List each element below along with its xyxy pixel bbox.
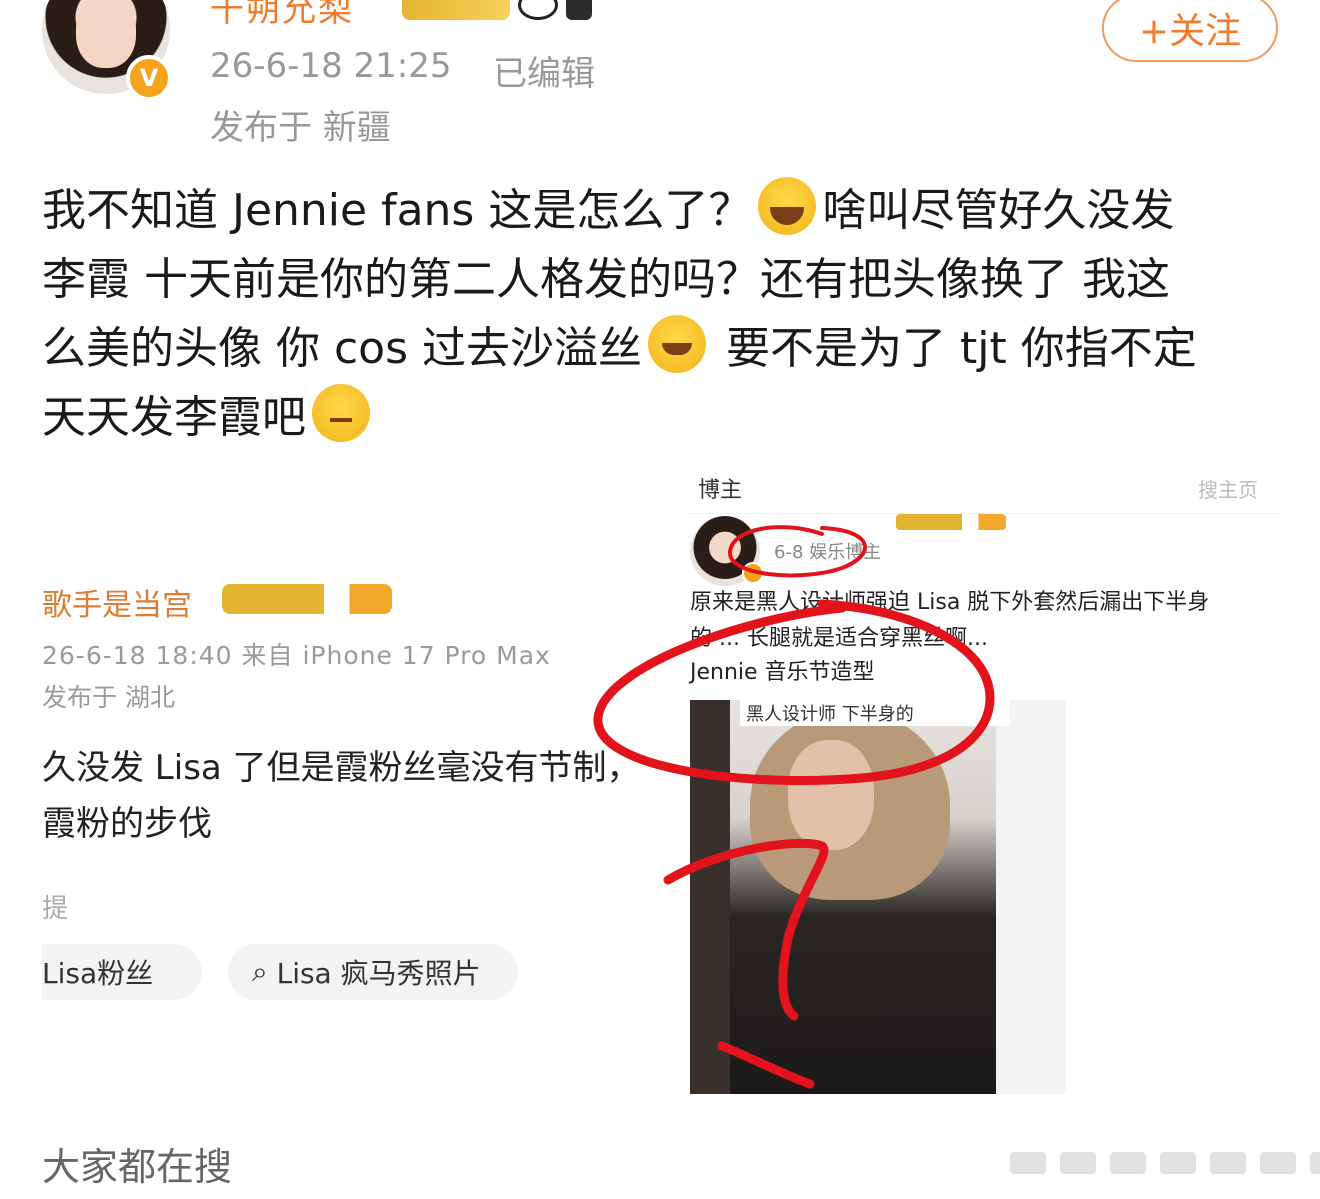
post-text-segment: 我不知道 Jennie fans 这是怎么了？ xyxy=(42,185,753,236)
embedded-top-bar: 博主 搜主页 xyxy=(690,468,1278,514)
avatar-face xyxy=(76,0,136,68)
post-line-1: 我不知道 Jennie fans 这是怎么了？ 啥叫尽管好久没发 xyxy=(42,176,1282,245)
photo-face xyxy=(788,740,874,850)
skeleton-chip xyxy=(1210,1152,1246,1174)
post-text-segment: 么美的头像 你 cos 过去沙溢丝 xyxy=(42,323,642,374)
embedded-search: 搜主页 xyxy=(1198,478,1258,502)
post-text-segment: 天天发李霞吧 xyxy=(42,392,306,443)
embedded-body-line-1: 久没发 Lisa 了但是霞粉丝毫没有节制， xyxy=(42,748,641,788)
post-timestamp: 26-6-18 21:25 xyxy=(210,46,452,86)
post-text-segment: 啥叫尽管好久没发 xyxy=(822,185,1175,236)
skeleton-chip xyxy=(1310,1152,1320,1174)
embedded-text-line-3: Jennie 音乐节造型 xyxy=(690,660,875,685)
skeleton-chip xyxy=(1060,1152,1096,1174)
skeleton-chip xyxy=(1160,1152,1196,1174)
embedded-body-line-2: 霞粉的步伐 xyxy=(42,804,212,844)
embedded-screenshot-left: 歌手是当宫 26-6-18 18:40 来自 iPhone 17 Pro Max… xyxy=(42,468,662,1098)
photo-wall xyxy=(996,700,1066,1094)
embedded-author-name: 歌手是当宫 xyxy=(42,588,192,623)
post-body: 我不知道 Jennie fans 这是怎么了？ 啥叫尽管好久没发 李霞 十天前是你… xyxy=(42,176,1282,452)
panda-badge-icon xyxy=(518,0,558,20)
embedded-location: 发布于 湖北 xyxy=(42,683,175,712)
thinking-face-icon xyxy=(312,384,370,442)
embedded-timestamp: 26-6-18 18:40 来自 iPhone 17 Pro Max xyxy=(42,641,551,670)
embedded-text-line-2: 的 ... 长腿就是适合穿黑丝啊... xyxy=(690,626,988,651)
photo-background-person xyxy=(690,700,730,1094)
embedded-badges-icon xyxy=(896,514,1006,530)
embedded-hint: 提 xyxy=(42,894,69,924)
embedded-badges-icon xyxy=(222,584,392,614)
edited-label[interactable]: 已编辑 xyxy=(493,46,595,95)
author-name[interactable]: 千朔允梨 xyxy=(210,0,354,31)
vip-badge-icon xyxy=(402,0,510,20)
embedded-verified-icon xyxy=(742,562,764,584)
post-location: 发布于 新疆 xyxy=(210,108,391,148)
post-image[interactable]: 歌手是当宫 26-6-18 18:40 来自 iPhone 17 Pro Max… xyxy=(42,468,1278,1098)
post-line-2: 李霞 十天前是你的第二人格发的吗？还有把头像换了 我这 xyxy=(42,254,1170,305)
skeleton-chip xyxy=(1110,1152,1146,1174)
search-icon: ⌕ xyxy=(252,955,277,988)
embedded-screenshot-right: 博主 搜主页 6-8 娱乐博主 原来是黑人设计师强迫 Lisa 脱下外套然后漏出… xyxy=(690,468,1278,1098)
pill-label: Lisa粉丝 xyxy=(42,957,154,990)
embedded-search-pill: ⌕ Lisa 疯马秀照片 xyxy=(228,944,518,1000)
photo-caption: 黑人设计师 下半身的 xyxy=(740,700,1010,726)
embedded-search-pill: Lisa粉丝 xyxy=(42,944,202,1000)
trending-search-label: 大家都在搜 xyxy=(42,1145,233,1189)
grinning-face-icon xyxy=(648,315,706,373)
post-text-segment: 要不是为了 tjt 你指不定 xyxy=(726,323,1197,374)
verified-badge-icon: V xyxy=(126,55,172,101)
skeleton-chip xyxy=(1260,1152,1296,1174)
embedded-date: 6-8 娱乐博主 xyxy=(774,542,882,563)
pill-label: Lisa 疯马秀照片 xyxy=(276,957,481,990)
post-line-3: 么美的头像 你 cos 过去沙溢丝 要不是为了 tjt 你指不定 xyxy=(42,314,1282,383)
skeleton-chip xyxy=(1010,1152,1046,1174)
medal-badge-icon xyxy=(566,0,592,20)
embedded-text-line-1: 原来是黑人设计师强迫 Lisa 脱下外套然后漏出下半身 xyxy=(690,590,1210,615)
trending-skeleton xyxy=(1010,1152,1320,1174)
embedded-tab: 博主 xyxy=(698,478,743,503)
follow-button[interactable]: +关注 xyxy=(1102,0,1278,62)
crying-face-icon xyxy=(758,177,817,235)
embedded-photo: 黑人设计师 下半身的 xyxy=(690,700,1066,1094)
user-badges xyxy=(402,0,592,20)
post-line-4: 天天发李霞吧 xyxy=(42,383,1282,452)
